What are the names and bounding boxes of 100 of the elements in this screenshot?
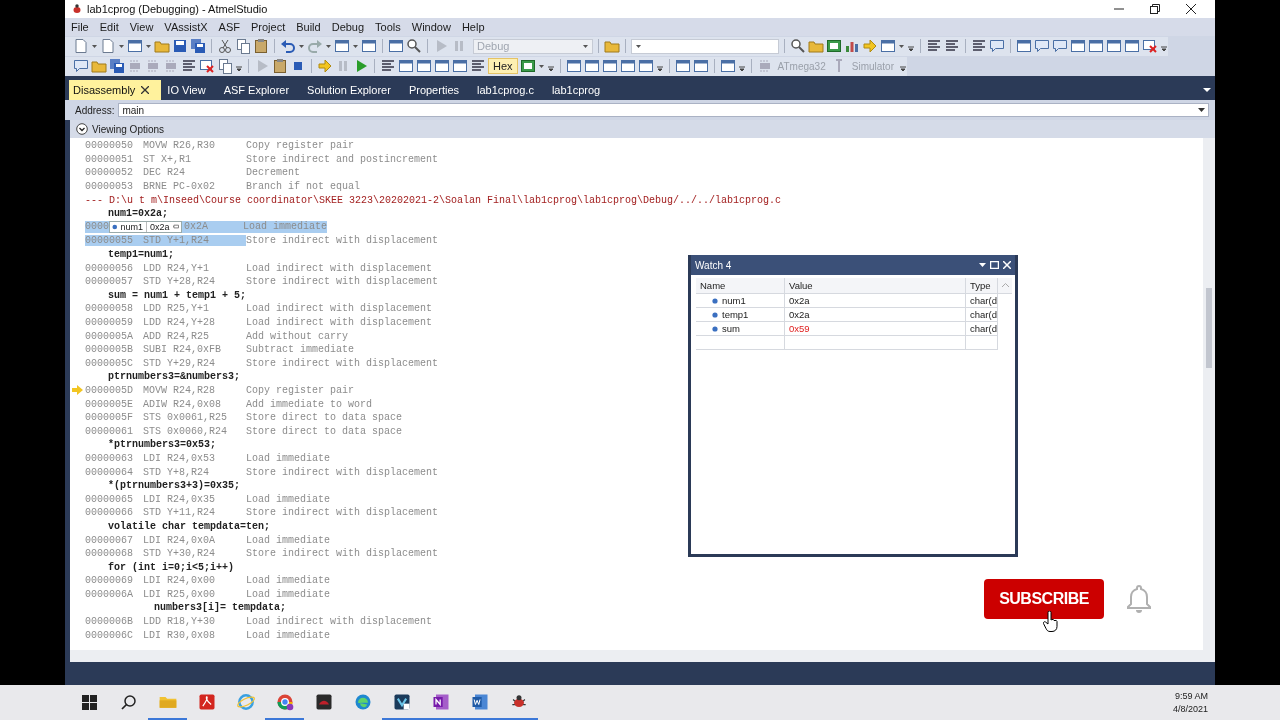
speech-bubble-icon[interactable] — [989, 38, 1005, 54]
empty-cell[interactable] — [696, 336, 785, 350]
window-icon[interactable] — [826, 38, 842, 54]
window-icon[interactable] — [334, 38, 350, 54]
menu-item[interactable]: Debug — [331, 21, 365, 33]
vertical-scrollbar[interactable] — [1203, 138, 1215, 650]
undo-icon[interactable] — [280, 38, 296, 54]
menu-item[interactable]: ASF — [218, 21, 240, 33]
window-icon[interactable] — [1124, 38, 1140, 54]
search-icon[interactable] — [790, 38, 806, 54]
horizontal-scrollbar[interactable] — [70, 650, 1215, 662]
window-icon[interactable] — [361, 38, 377, 54]
save-icon[interactable] — [172, 38, 188, 54]
pin-icon[interactable] — [172, 224, 179, 231]
speech-bubble-icon[interactable] — [1034, 38, 1050, 54]
window-icon[interactable] — [583, 58, 600, 74]
source-line: *ptrnumbers3=0x53; — [107, 439, 217, 451]
close-icon[interactable] — [141, 86, 150, 94]
save-all-icon[interactable] — [109, 58, 125, 74]
menu-item[interactable]: Project — [250, 21, 286, 33]
hex-toggle[interactable]: Hex — [488, 58, 518, 74]
viewing-options-label[interactable]: Viewing Options — [92, 123, 165, 135]
tab[interactable]: lab1cprog.c — [473, 80, 546, 100]
empty-cell[interactable] — [966, 336, 998, 350]
window-icon[interactable] — [519, 58, 536, 74]
instruction-text: STD Y+30,R24 — [143, 548, 216, 560]
column-header[interactable]: Value — [785, 278, 966, 294]
delete-icon[interactable] — [1142, 38, 1158, 54]
clock-time[interactable]: 9:59 AM — [1172, 691, 1208, 701]
menu-item[interactable]: VAssistX — [164, 21, 208, 33]
column-header[interactable]: Type — [966, 278, 998, 294]
source-line: ptrnumbers3=&numbers3; — [107, 371, 241, 383]
table-cell: sum — [696, 322, 785, 336]
clipboard-icon[interactable] — [272, 58, 288, 74]
column-header[interactable]: Name — [696, 278, 785, 294]
save-all-icon[interactable] — [190, 38, 206, 54]
document-icon[interactable] — [73, 38, 89, 54]
restore-icon[interactable] — [1150, 4, 1160, 14]
tab[interactable]: Solution Explorer — [303, 80, 403, 100]
window-icon[interactable] — [452, 58, 468, 74]
list-icon[interactable] — [470, 58, 486, 74]
search-icon[interactable] — [406, 38, 422, 54]
window-icon[interactable] — [1016, 38, 1032, 54]
delete-icon[interactable] — [199, 58, 215, 74]
window-icon[interactable] — [719, 58, 736, 74]
menu-item[interactable]: Tools — [375, 21, 401, 33]
collapse-icon[interactable] — [76, 123, 88, 135]
address-field[interactable]: main — [118, 103, 1209, 117]
window-icon[interactable] — [434, 58, 450, 74]
instruction-text: ADD R24,R25 — [143, 330, 210, 342]
copy-icon[interactable] — [235, 38, 251, 54]
window-icon[interactable] — [388, 38, 404, 54]
tab[interactable]: lab1cprog — [547, 80, 613, 100]
menu-item[interactable]: Help — [461, 21, 485, 33]
list-icon[interactable] — [181, 58, 197, 74]
list-icon[interactable] — [944, 38, 960, 54]
window-icon[interactable] — [127, 38, 143, 54]
close-icon[interactable] — [1186, 4, 1196, 14]
clock-date[interactable]: 4/8/2021 — [1172, 704, 1208, 714]
address-text: 0000005D — [85, 385, 134, 396]
window-icon[interactable] — [1070, 38, 1086, 54]
maximize-icon[interactable] — [990, 261, 999, 269]
empty-cell[interactable] — [785, 336, 966, 350]
window-icon[interactable] — [619, 58, 636, 74]
tab[interactable]: IO View — [163, 80, 218, 100]
instruction-text: LDD R18,Y+30 — [143, 616, 216, 628]
tab[interactable]: Properties — [404, 80, 471, 100]
dropdown-icon[interactable] — [1203, 87, 1211, 93]
dropdown-icon[interactable] — [979, 262, 986, 268]
window-icon[interactable] — [416, 58, 432, 74]
table-cell: temp1 — [696, 308, 785, 322]
list-icon[interactable] — [971, 38, 987, 54]
window-icon[interactable] — [1088, 38, 1104, 54]
window-icon[interactable] — [880, 38, 896, 54]
scissors-icon[interactable] — [217, 38, 233, 54]
window-icon[interactable] — [398, 58, 414, 74]
menu-item[interactable]: Build — [296, 21, 321, 33]
list-icon[interactable] — [380, 58, 396, 74]
menu-item[interactable]: View — [129, 21, 154, 33]
comment-text: Load immediate — [246, 452, 330, 464]
speech-bubble-icon[interactable] — [1052, 38, 1068, 54]
copy-icon[interactable] — [217, 58, 233, 74]
window-icon[interactable] — [601, 58, 618, 74]
tab[interactable]: ASF Explorer — [219, 80, 302, 100]
window-icon[interactable] — [637, 58, 654, 74]
window-icon[interactable] — [674, 58, 691, 74]
window-icon[interactable] — [1106, 38, 1122, 54]
menu-item[interactable]: File — [71, 21, 89, 33]
list-icon[interactable] — [926, 38, 942, 54]
dropdown-icon[interactable] — [1198, 107, 1205, 113]
menu-item[interactable]: Window — [411, 21, 451, 33]
subscribe-button[interactable]: SUBSCRIBE — [984, 579, 1104, 619]
clipboard-icon[interactable] — [253, 38, 269, 54]
window-icon[interactable] — [692, 58, 709, 74]
speech-bubble-icon[interactable] — [73, 58, 89, 74]
window-icon[interactable] — [565, 58, 582, 74]
document-icon[interactable] — [100, 38, 116, 54]
menu-item[interactable]: Edit — [99, 21, 119, 33]
address-text: 00000056 — [85, 262, 134, 274]
tab[interactable]: Disassembly — [69, 80, 162, 100]
